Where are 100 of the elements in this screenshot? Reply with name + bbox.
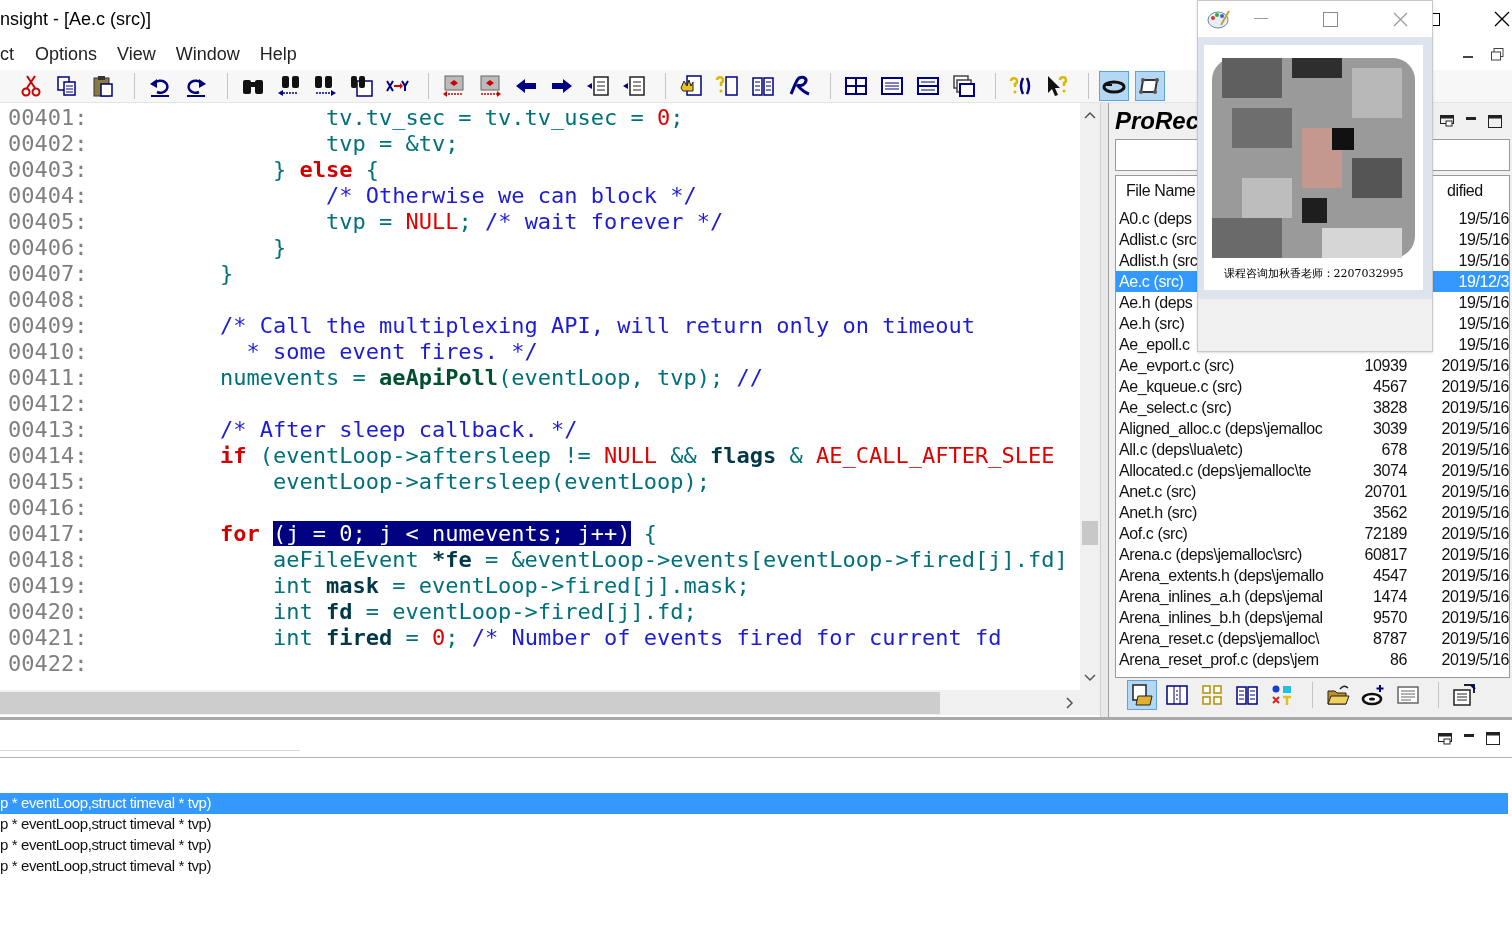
- line-number: 00406:: [7, 235, 89, 261]
- file-size: 10939: [1364, 355, 1407, 376]
- list-row[interactable]: Ae.h (deps 19/5/16: [1116, 292, 1509, 313]
- list-row[interactable]: Arena_reset_prof.c (deps\jem 86 2019/5/16: [1116, 649, 1509, 670]
- file-date: 2019/5/16: [1441, 502, 1509, 523]
- list-row[interactable]: Anet.c (src) 20701 2019/5/16: [1116, 481, 1509, 502]
- file-name: Aof.c (src): [1119, 523, 1188, 544]
- list-row[interactable]: Ae_kqueue.c (src) 4567 2019/5/16: [1116, 376, 1509, 397]
- line-number: 00409:: [7, 313, 89, 339]
- scrollbar-thumb[interactable]: [0, 691, 940, 714]
- file-size: 20701: [1364, 481, 1407, 502]
- list-row[interactable]: Aligned_alloc.c (deps\jemalloc 3039 2019/5/16: [1116, 418, 1509, 439]
- line-number: 00419:: [7, 573, 89, 599]
- code-line: int mask = eventLoop->fired[j].mask;: [271, 573, 750, 599]
- file-name: Arena_reset_prof.c (deps\jem: [1119, 649, 1319, 670]
- list-row[interactable]: p * eventLoop,struct timeval * tvp): [0, 814, 1508, 835]
- menu-item[interactable]: Window: [165, 40, 250, 68]
- list-row[interactable]: Arena.c (deps\jemalloc\src) 60817 2019/5/16: [1116, 544, 1509, 565]
- file-size: 9570: [1373, 607, 1407, 628]
- file-date: 19/5/16: [1458, 292, 1509, 313]
- menu-item[interactable]: View: [107, 40, 166, 68]
- line-number: 00417:: [7, 521, 89, 547]
- maximize-icon[interactable]: [1486, 732, 1500, 745]
- list-row[interactable]: Arena_extents.h (deps\jemallo 4547 2019/5/16: [1116, 565, 1509, 586]
- list-row[interactable]: p * eventLoop,struct timeval * tvp): [0, 856, 1508, 877]
- frame-icon[interactable]: [1135, 71, 1165, 101]
- menu-item[interactable]: ct: [0, 40, 25, 68]
- file-name: Ae_evport.c (src): [1119, 355, 1234, 376]
- scrollbar-thumb[interactable]: [1082, 521, 1098, 545]
- float-icon[interactable]: [1438, 732, 1452, 745]
- line-number: 00414:: [7, 443, 89, 469]
- file-size: 3828: [1373, 397, 1407, 418]
- file-date: 2019/5/16: [1441, 397, 1509, 418]
- file-name: Adlist.h (src: [1119, 250, 1198, 271]
- list-row[interactable]: Anet.h (src) 3562 2019/5/16: [1116, 502, 1509, 523]
- file-name: Anet.h (src): [1119, 502, 1197, 523]
- code-line: /* Otherwise we can block */: [324, 183, 697, 209]
- file-name: Anet.c (src): [1119, 481, 1196, 502]
- window-title: nsight - [Ae.c (src)]: [0, 7, 152, 31]
- list-row[interactable]: Aof.c (src) 72189 2019/5/16: [1116, 523, 1509, 544]
- list-row[interactable]: All.c (deps\lua\etc) 678 2019/5/16: [1116, 439, 1509, 460]
- list-row[interactable]: Ae.h (src) 19/5/16: [1116, 313, 1509, 334]
- scroll-down-icon[interactable]: [1084, 674, 1096, 682]
- maximize-icon[interactable]: [1488, 114, 1502, 128]
- list-row[interactable]: Adlist.c (src 19/5/16: [1116, 229, 1509, 250]
- restore-icon[interactable]: [1491, 47, 1504, 61]
- float-icon[interactable]: [1440, 115, 1454, 127]
- file-name: Arena.c (deps\jemalloc\src): [1119, 544, 1303, 565]
- code-line: tvp = &tv;: [324, 131, 459, 157]
- file-date: 2019/5/16: [1441, 376, 1509, 397]
- scroll-up-icon[interactable]: [1084, 111, 1096, 119]
- file-date: 2019/5/16: [1441, 523, 1509, 544]
- list-row[interactable]: Arena_reset.c (deps\jemalloc\ 8787 2019/5/16: [1116, 628, 1509, 649]
- file-date: 2019/5/16: [1441, 439, 1509, 460]
- line-number: 00404:: [7, 183, 89, 209]
- code-line: if (eventLoop->aftersleep != NULL && flags & AE_CALL_AFTER_SLEE: [218, 443, 1055, 469]
- menu-item[interactable]: Help: [249, 40, 307, 68]
- file-size: 4547: [1373, 565, 1407, 586]
- code-line: int fired = 0; /* Number of events fired for current fd: [271, 625, 1002, 651]
- file-size: 3074: [1373, 460, 1407, 481]
- file-date: 19/5/16: [1458, 229, 1509, 250]
- file-date: 19/5/16: [1458, 334, 1509, 355]
- panel-title: ProRec: [1115, 106, 1200, 136]
- code-line: int fd = eventLoop->fired[j].fd;: [271, 599, 697, 625]
- document-folder-icon[interactable]: [1127, 680, 1157, 710]
- file-name: Adlist.c (src: [1119, 229, 1197, 250]
- file-date: 19/5/16: [1458, 208, 1509, 229]
- close-icon[interactable]: [1494, 11, 1510, 27]
- file-size: 72189: [1364, 523, 1407, 544]
- file-date: 2019/5/16: [1441, 586, 1509, 607]
- file-name: A0.c (deps: [1119, 208, 1192, 229]
- file-name: Arena_inlines_b.h (deps\jemal: [1119, 607, 1323, 628]
- code-line: aeFileEvent *fe = &eventLoop->events[eventLoop->fired[j].fd]: [271, 547, 1068, 573]
- list-row[interactable]: Ae_epoll.c 19/5/16: [1116, 334, 1509, 355]
- list-row[interactable]: Allocated.c (deps\jemalloc\te 3074 2019/5/16: [1116, 460, 1509, 481]
- code-line: /* After sleep callback. */: [218, 417, 578, 443]
- file-name: Ae.c (src): [1119, 271, 1184, 292]
- list-row[interactable]: p * eventLoop,struct timeval * tvp): [0, 835, 1508, 856]
- file-name: Ae_kqueue.c (src): [1119, 376, 1243, 397]
- menu-item[interactable]: Options: [25, 40, 108, 68]
- file-name: Arena_reset.c (deps\jemalloc\: [1119, 628, 1320, 649]
- file-name: Ae_select.c (src): [1119, 397, 1232, 418]
- code-line: tv.tv_sec = tv.tv_usec = 0;: [324, 105, 684, 131]
- minimize-icon[interactable]: [1463, 56, 1475, 60]
- list-row[interactable]: Arena_inlines_a.h (deps\jemal 1474 2019/5/16: [1116, 586, 1509, 607]
- code-line: }: [218, 261, 234, 287]
- ring-icon[interactable]: [1099, 71, 1129, 101]
- scroll-right-icon[interactable]: [1066, 696, 1074, 709]
- file-date: 19/5/16: [1458, 250, 1509, 271]
- caption: 课程咨询加秋香老师：2207032995: [1223, 268, 1404, 280]
- file-date: 2019/5/16: [1441, 607, 1509, 628]
- list-row[interactable]: A0.c (deps 19/5/16: [1116, 208, 1509, 229]
- file-date: 2019/5/16: [1441, 565, 1509, 586]
- minimize-icon[interactable]: [1466, 116, 1476, 120]
- list-row[interactable]: Arena_inlines_b.h (deps\jemal 9570 2019/5/16: [1116, 607, 1509, 628]
- line-number: 00416:: [7, 495, 89, 521]
- file-date: 19/12/3: [1458, 271, 1509, 292]
- list-row[interactable]: Ae_evport.c (src) 10939 2019/5/16: [1116, 355, 1509, 376]
- list-row[interactable]: Ae_select.c (src) 3828 2019/5/16: [1116, 397, 1509, 418]
- line-number: 00420:: [7, 599, 89, 625]
